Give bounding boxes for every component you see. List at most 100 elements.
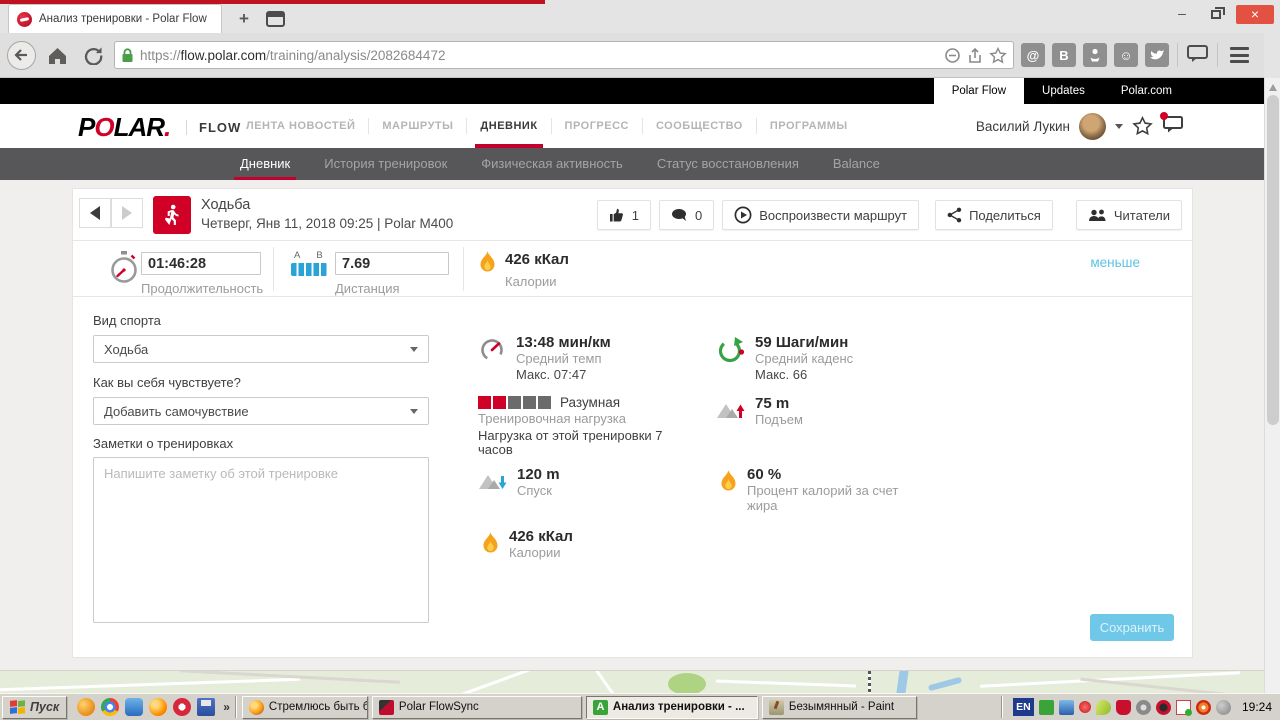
restore-button[interactable] bbox=[1202, 6, 1230, 19]
quick-launch-overflow[interactable]: » bbox=[223, 700, 230, 714]
duration-input[interactable] bbox=[141, 252, 261, 275]
nav-dnevnik[interactable]: ДНЕВНИК bbox=[467, 118, 552, 149]
task-firefox[interactable]: Стремлюсь быть бодр... bbox=[241, 695, 368, 719]
top-tab-polar-flow[interactable]: Polar Flow bbox=[933, 78, 1025, 104]
bookmark-star-icon[interactable] bbox=[989, 46, 1007, 64]
top-tab-updates[interactable]: Updates bbox=[1024, 78, 1103, 104]
daemon-tools-icon[interactable] bbox=[77, 698, 96, 716]
distance-input[interactable] bbox=[335, 252, 449, 275]
calories2-value: 426 кКал bbox=[509, 528, 573, 545]
descent-value: 120 m bbox=[517, 466, 560, 483]
chrome-icon[interactable] bbox=[101, 698, 120, 716]
reader-mode-icon[interactable] bbox=[944, 47, 961, 64]
avatar[interactable] bbox=[1079, 112, 1106, 140]
opera-icon[interactable] bbox=[173, 698, 192, 716]
nav-marshruty[interactable]: МАРШРУТЫ bbox=[369, 118, 468, 134]
like-button[interactable]: 1 bbox=[596, 200, 652, 230]
user-name[interactable]: Василий Лукин bbox=[976, 119, 1070, 134]
task-analiz-trenirovki[interactable]: А Анализ тренировки - ... bbox=[585, 695, 758, 719]
vk-button[interactable]: B bbox=[1052, 43, 1076, 67]
calories-label: Калории bbox=[505, 274, 557, 289]
nav-lenta-novostei[interactable]: ЛЕНТА НОВОСТЕЙ bbox=[233, 118, 370, 134]
minimize-button[interactable]: – bbox=[1168, 4, 1196, 24]
tray-icon-4[interactable] bbox=[1095, 699, 1111, 715]
nav-programmy[interactable]: ПРОГРАММЫ bbox=[757, 118, 861, 134]
subnav-balance[interactable]: Balance bbox=[833, 148, 880, 180]
share-button[interactable]: Поделиться bbox=[935, 200, 1053, 230]
back-button[interactable] bbox=[6, 40, 36, 70]
readers-button[interactable]: Читатели bbox=[1075, 200, 1182, 230]
subnav-aktivnost[interactable]: Физическая активность bbox=[481, 148, 623, 180]
favorites-star-icon[interactable] bbox=[1132, 116, 1153, 136]
tray-icon-6[interactable] bbox=[1135, 699, 1151, 715]
fat-label: Процент калорий за счет жира bbox=[747, 483, 899, 513]
page-scrollbar[interactable] bbox=[1264, 78, 1280, 693]
ascent-metric: 75 m Подъем bbox=[717, 396, 803, 428]
myworld-button[interactable]: ☺ bbox=[1114, 43, 1138, 67]
tray-icon-1[interactable] bbox=[1038, 699, 1054, 715]
share-page-icon[interactable] bbox=[967, 47, 983, 64]
tray-icon-2[interactable] bbox=[1058, 699, 1074, 715]
firefox-icon[interactable] bbox=[149, 698, 168, 716]
taskbar-clock[interactable]: 19:24 bbox=[1242, 700, 1272, 714]
subnav-dnevnik[interactable]: Дневник bbox=[234, 148, 297, 180]
sport-select[interactable]: Ходьба bbox=[93, 335, 429, 363]
taskbar-separator bbox=[1000, 696, 1003, 718]
distance-ruler-icon: AB bbox=[291, 250, 327, 276]
quick-launch: » bbox=[77, 698, 230, 716]
menu-button[interactable] bbox=[1230, 47, 1249, 63]
map-road bbox=[980, 671, 1240, 688]
readers-people-icon bbox=[1088, 209, 1106, 221]
odnoklassniki-button[interactable] bbox=[1083, 43, 1107, 67]
language-indicator[interactable]: EN bbox=[1012, 698, 1034, 716]
tray-icon-10[interactable] bbox=[1215, 699, 1231, 715]
scrollbar-thumb[interactable] bbox=[1267, 95, 1279, 425]
system-tray: EN 19:24 bbox=[996, 696, 1280, 718]
subnav-istoriya[interactable]: История тренировок bbox=[324, 148, 447, 180]
notes-textarea[interactable] bbox=[93, 457, 429, 623]
subnav-vosstanovlenie[interactable]: Статус восстановления bbox=[657, 148, 799, 180]
task-paint[interactable]: Безымянный - Paint bbox=[761, 695, 917, 719]
scroll-up-icon[interactable] bbox=[1269, 84, 1277, 91]
tray-icon-5[interactable] bbox=[1115, 699, 1131, 715]
tab-list-icon[interactable] bbox=[266, 11, 285, 27]
top-tab-polar-com[interactable]: Polar.com bbox=[1103, 78, 1190, 104]
nav-soobshchestvo[interactable]: СООБЩЕСТВО bbox=[643, 118, 757, 134]
blue-app-icon[interactable] bbox=[125, 698, 144, 716]
comment-button[interactable]: 0 bbox=[659, 200, 715, 230]
next-training-button[interactable] bbox=[111, 198, 143, 228]
play-route-button[interactable]: Воспроизвести маршрут bbox=[722, 200, 920, 230]
polar-logo[interactable]: POLAR. bbox=[78, 112, 171, 143]
reload-button[interactable] bbox=[78, 40, 108, 70]
less-link[interactable]: меньше bbox=[1090, 255, 1140, 270]
close-button[interactable]: × bbox=[1236, 4, 1274, 24]
notifications-button[interactable] bbox=[1160, 112, 1184, 137]
new-tab-button[interactable]: + bbox=[232, 8, 256, 30]
save-floppy-icon[interactable] bbox=[197, 698, 216, 716]
tray-icon-3[interactable] bbox=[1078, 701, 1091, 713]
start-button[interactable]: Пуск bbox=[2, 695, 68, 719]
address-bar[interactable]: https://flow.polar.com/training/analysis… bbox=[114, 41, 1014, 69]
windows-logo-icon bbox=[10, 699, 26, 715]
nav-progress[interactable]: ПРОГРЕСС bbox=[552, 118, 643, 134]
feel-select[interactable]: Добавить самочувствие bbox=[93, 397, 429, 425]
chat-bubble-icon bbox=[1187, 45, 1208, 62]
task-label: Безымянный - Paint bbox=[788, 701, 895, 713]
pocket-bubble-button[interactable] bbox=[1186, 44, 1209, 66]
task-label: Стремлюсь быть бодр... bbox=[268, 701, 367, 713]
browser-tab[interactable]: Анализ тренировки - Polar Flow bbox=[8, 4, 222, 33]
map-river bbox=[895, 671, 910, 693]
tray-icon-8[interactable] bbox=[1175, 699, 1192, 716]
tray-icon-7[interactable] bbox=[1155, 699, 1171, 715]
save-button[interactable]: Сохранить bbox=[1090, 614, 1174, 641]
prev-training-button[interactable] bbox=[79, 198, 111, 228]
map-preview[interactable] bbox=[0, 670, 1264, 693]
mailru-button[interactable]: @ bbox=[1021, 43, 1045, 67]
descent-mountain-icon bbox=[479, 475, 507, 489]
twitter-button[interactable] bbox=[1145, 43, 1169, 67]
user-menu-caret-icon[interactable] bbox=[1115, 123, 1123, 129]
map-river bbox=[927, 676, 963, 692]
task-polar-flowsync[interactable]: Polar FlowSync bbox=[371, 695, 582, 719]
tray-icon-9[interactable] bbox=[1195, 699, 1211, 715]
home-button[interactable] bbox=[42, 40, 72, 70]
